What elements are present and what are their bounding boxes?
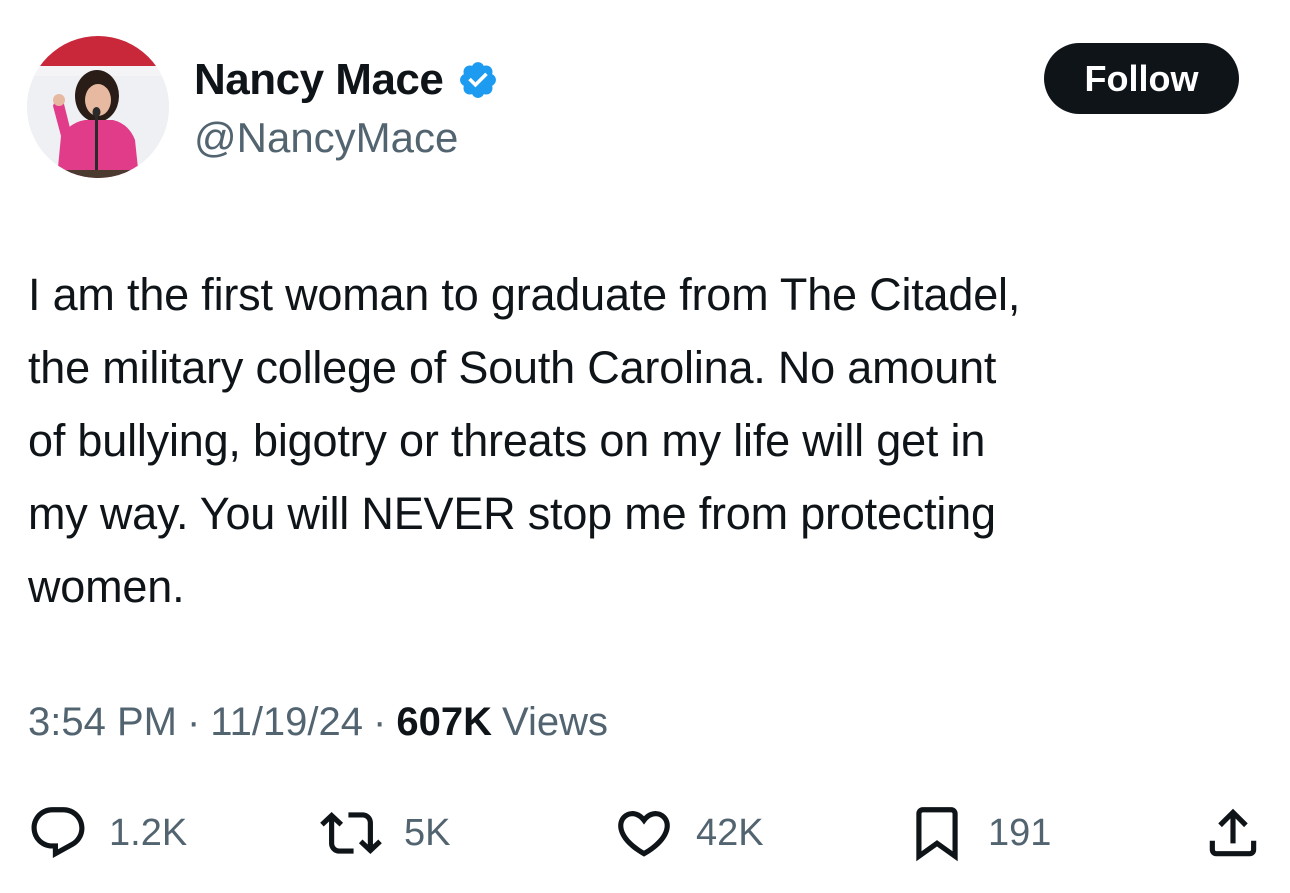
- tweet-text-line: the military college of South Carolina. …: [28, 342, 997, 393]
- repost-icon: [320, 812, 382, 854]
- profile-photo: [27, 36, 169, 178]
- like-count: 42K: [696, 811, 764, 854]
- repost-count: 5K: [404, 811, 451, 854]
- heart-icon: [618, 811, 670, 857]
- tweet-text-line: I am the first woman to graduate from Th…: [28, 269, 1021, 320]
- reply-count: 1.2K: [109, 811, 188, 854]
- reply-button[interactable]: 1.2K: [27, 800, 187, 866]
- repost-button[interactable]: 5K: [318, 800, 450, 866]
- follow-button[interactable]: Follow: [1044, 43, 1239, 114]
- tweet-date[interactable]: 11/19/24: [210, 700, 363, 745]
- meta-separator: ·: [373, 700, 387, 744]
- like-button[interactable]: 42K: [612, 800, 764, 866]
- author-handle[interactable]: @NancyMace: [194, 114, 458, 162]
- tweet-text-line: of bullying, bigotry or threats on my li…: [28, 415, 986, 466]
- verified-badge-icon: [460, 62, 497, 98]
- tweet-text-line: my way. You will NEVER stop me from prot…: [28, 488, 996, 539]
- bookmark-count: 191: [988, 811, 1052, 854]
- tweet-text-line: women.: [28, 561, 185, 612]
- tweet-time[interactable]: 3:54 PM: [28, 700, 177, 745]
- meta-separator: ·: [186, 700, 201, 744]
- author-name-row: Nancy Mace: [194, 52, 499, 108]
- share-icon: [1209, 808, 1257, 857]
- reply-icon: [31, 807, 85, 859]
- bookmark-icon: [916, 807, 958, 862]
- tweet-text: I am the first woman to graduate from Th…: [28, 258, 1258, 623]
- tweet-meta: 3:54 PM · 11/19/24 · 607K Views: [28, 700, 608, 745]
- avatar[interactable]: [27, 36, 169, 178]
- bookmark-button[interactable]: 191: [906, 800, 1051, 866]
- share-button[interactable]: [1202, 800, 1264, 866]
- views-count: 607K: [396, 700, 492, 744]
- author-display-name[interactable]: Nancy Mace: [194, 55, 444, 105]
- action-bar: 1.2K 5K 42K 191: [0, 800, 1290, 866]
- views-label: Views: [501, 700, 608, 744]
